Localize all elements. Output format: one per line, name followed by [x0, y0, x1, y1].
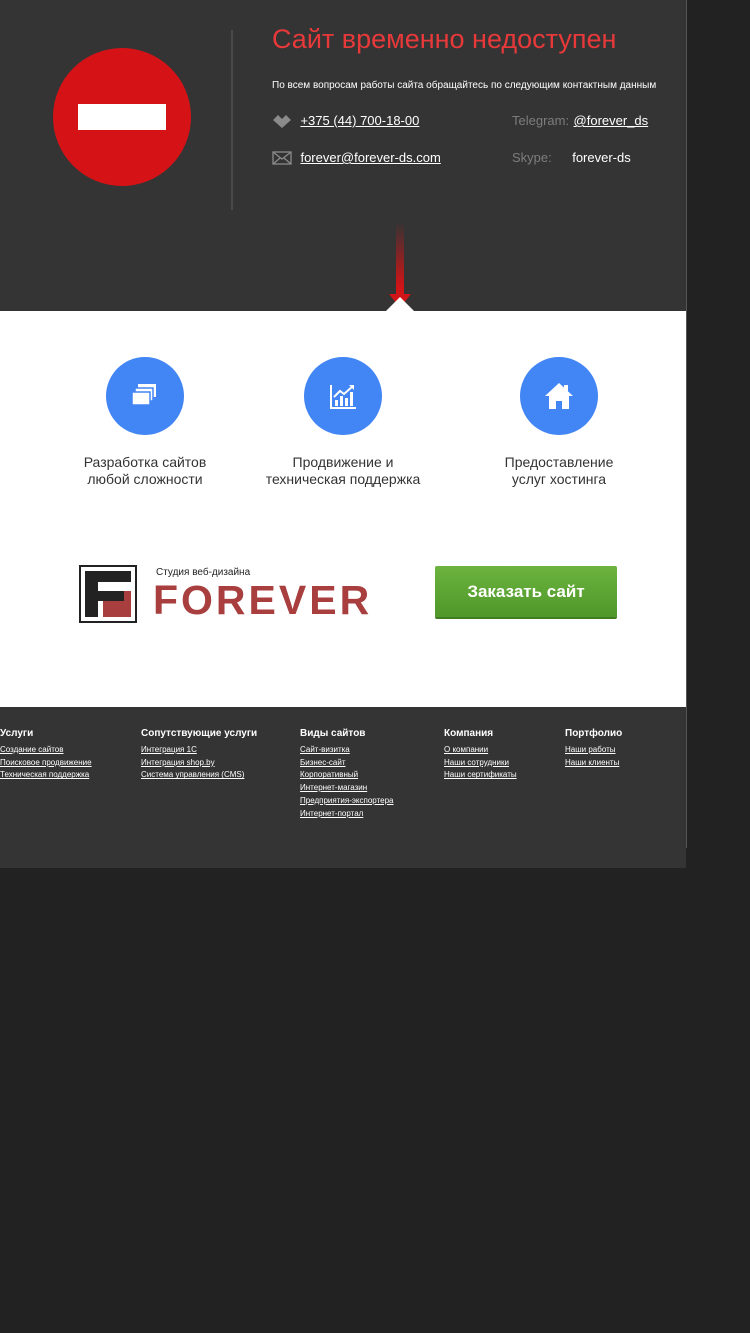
- footer-column-site-types: Виды сайтов Сайт-визитка Бизнес-сайт Кор…: [300, 728, 394, 820]
- page-subtitle: По всем вопросам работы сайта обращайтес…: [272, 80, 657, 91]
- house-icon: [545, 383, 573, 409]
- windows-stack-icon: [131, 384, 156, 406]
- forever-logo[interactable]: Студия веб-дизайна FOREVER: [79, 565, 379, 625]
- footer-link[interactable]: Интеграция 1С: [141, 744, 257, 757]
- footer-link[interactable]: Интернет-магазин: [300, 782, 394, 795]
- telegram-contact: Telegram: @forever_ds: [512, 112, 648, 132]
- footer-column-portfolio: Портфолио Наши работы Наши клиенты: [565, 728, 622, 769]
- footer-link[interactable]: Корпоративный: [300, 769, 394, 782]
- skype-label: Skype:: [512, 150, 552, 165]
- order-site-button[interactable]: Заказать сайт: [435, 566, 617, 617]
- footer-column-services: Услуги Создание сайтов Поисковое продвиж…: [0, 728, 92, 782]
- forever-logo-mark: [79, 565, 137, 623]
- footer-link[interactable]: Наши работы: [565, 744, 622, 757]
- site-footer: Услуги Создание сайтов Поисковое продвиж…: [0, 707, 686, 868]
- email-link[interactable]: forever@forever-ds.com: [300, 150, 440, 165]
- service-label: Предоставление услуг хостинга: [504, 454, 614, 487]
- email-contact: forever@forever-ds.com: [272, 149, 441, 169]
- service-hosting[interactable]: Предоставление услуг хостинга: [459, 357, 659, 488]
- footer-link[interactable]: Бизнес-сайт: [300, 757, 394, 770]
- footer-link[interactable]: Система управления (CMS): [141, 769, 257, 782]
- footer-column-title: Услуги: [0, 728, 34, 739]
- service-development[interactable]: Разработка сайтов любой сложности: [45, 357, 245, 488]
- growth-chart-icon: [330, 385, 356, 409]
- skype-value: forever-ds: [572, 150, 631, 165]
- footer-column-title: Сопутствующие услуги: [141, 728, 258, 739]
- footer-column-title: Виды сайтов: [300, 728, 366, 739]
- footer-link[interactable]: Поисковое продвижение: [0, 757, 92, 770]
- phone-link[interactable]: +375 (44) 700-18-00: [300, 113, 419, 128]
- service-label: Продвижение и техническая поддержка: [265, 454, 421, 487]
- arrow-down-icon: [386, 222, 414, 311]
- footer-column-title: Портфолио: [565, 728, 623, 739]
- logo-name: FOREVER: [153, 577, 373, 623]
- unavailable-header: Сайт временно недоступен По всем вопроса…: [0, 0, 686, 311]
- footer-link[interactable]: О компании: [444, 744, 517, 757]
- footer-link[interactable]: Сайт-визитка: [300, 744, 394, 757]
- no-entry-icon: [53, 48, 191, 186]
- services-section: Разработка сайтов любой сложности Продви…: [0, 311, 686, 707]
- footer-link[interactable]: Создание сайтов: [0, 744, 92, 757]
- phone-handset-icon: [273, 114, 291, 128]
- footer-link[interactable]: Наши сертификаты: [444, 769, 517, 782]
- content-border: [686, 0, 687, 848]
- footer-column-company: Компания О компании Наши сотрудники Наши…: [444, 728, 517, 782]
- telegram-link[interactable]: @forever_ds: [574, 113, 649, 128]
- footer-link[interactable]: Предприятия-экспортера: [300, 795, 394, 808]
- skype-contact: Skype: forever-ds: [512, 149, 631, 169]
- vertical-divider: [231, 30, 233, 210]
- service-promotion[interactable]: Продвижение и техническая поддержка: [243, 357, 443, 488]
- footer-link[interactable]: Интернет-портал: [300, 808, 394, 821]
- footer-column-related-services: Сопутствующие услуги Интеграция 1С Интег…: [141, 728, 257, 782]
- footer-link[interactable]: Наши сотрудники: [444, 757, 517, 770]
- footer-link[interactable]: Наши клиенты: [565, 757, 622, 770]
- footer-link[interactable]: Интеграция shop.by: [141, 757, 257, 770]
- phone-contact: +375 (44) 700-18-00: [272, 112, 419, 132]
- envelope-icon: [272, 151, 292, 165]
- service-label: Разработка сайтов любой сложности: [83, 454, 207, 487]
- page-title: Сайт временно недоступен: [272, 24, 617, 54]
- footer-link[interactable]: Техническая поддержка: [0, 769, 92, 782]
- footer-column-title: Компания: [444, 728, 494, 739]
- telegram-label: Telegram:: [512, 113, 570, 128]
